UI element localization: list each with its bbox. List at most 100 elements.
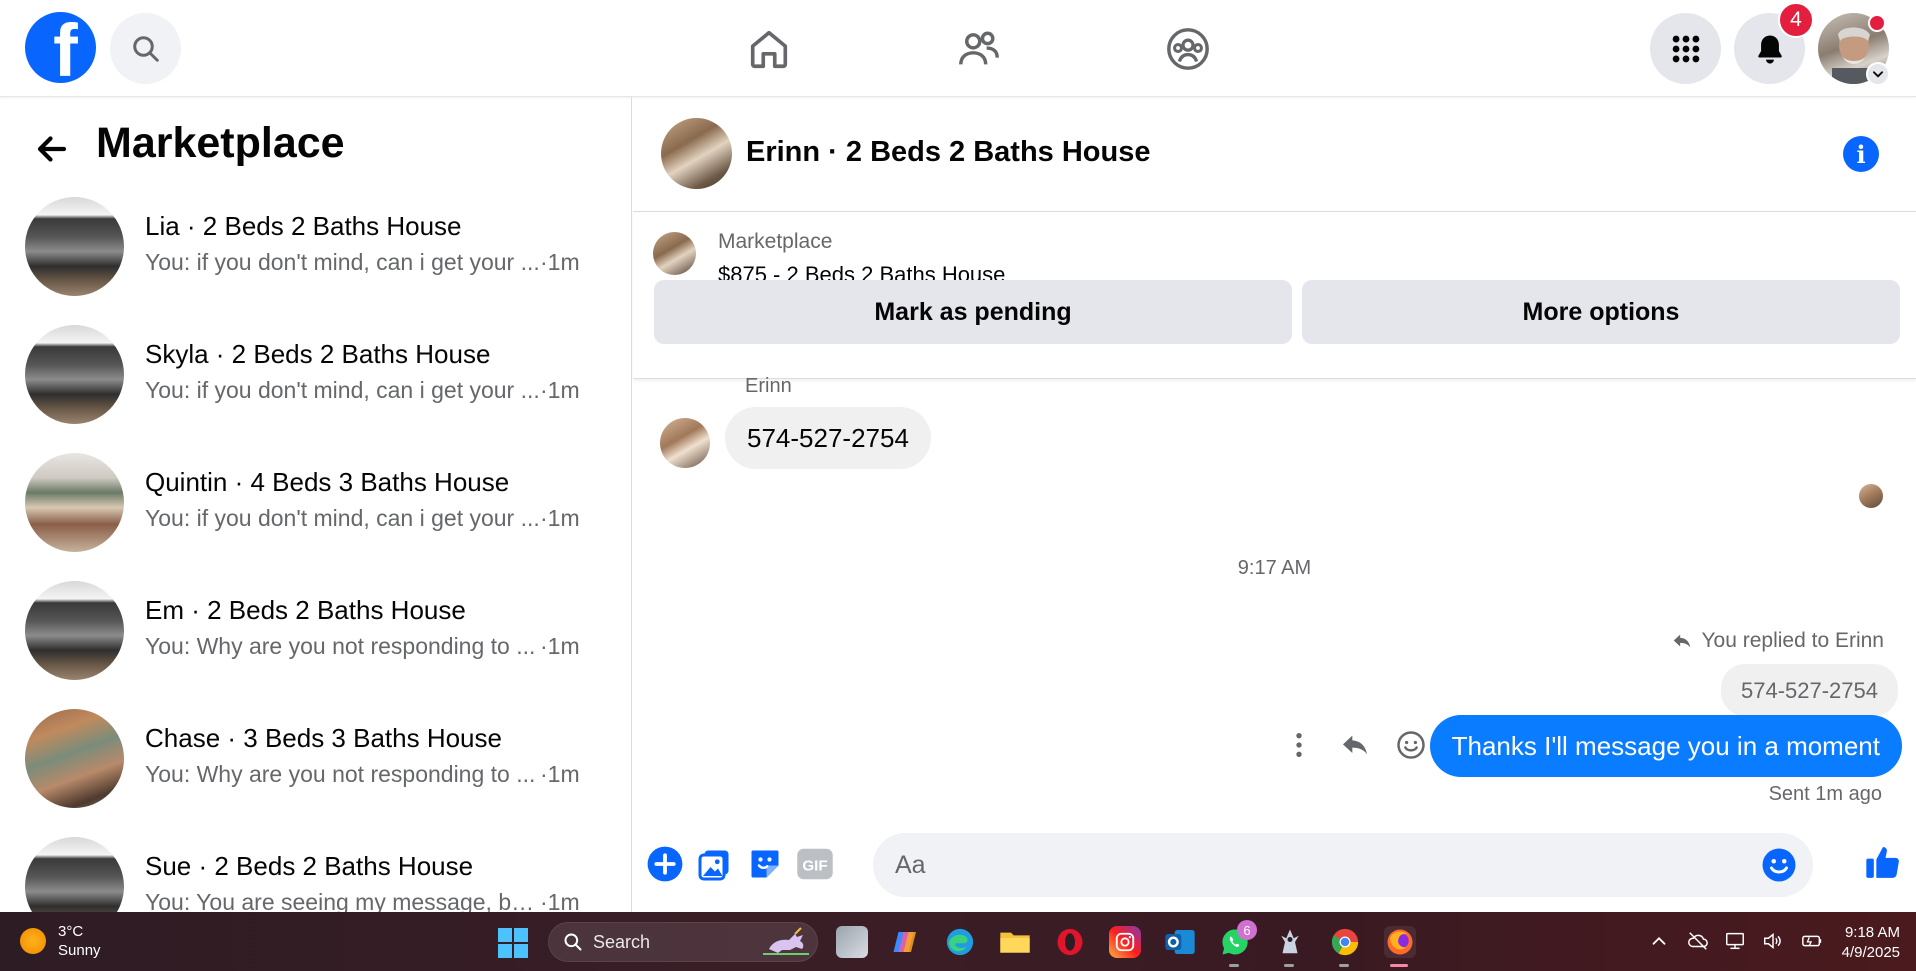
conversation-title: Sue · 2 Beds 2 Baths House xyxy=(145,851,474,881)
chevron-down-icon xyxy=(1872,71,1884,78)
sender-avatar[interactable] xyxy=(660,418,710,468)
svg-text:GIF: GIF xyxy=(802,857,827,874)
groups-nav-button[interactable] xyxy=(1161,22,1215,76)
facebook-logo[interactable]: f xyxy=(25,12,96,83)
opera-browser-icon[interactable] xyxy=(1054,926,1086,958)
arrow-left-icon xyxy=(37,136,67,162)
conversation-item[interactable]: Quintin · 4 Beds 3 Baths House You: if y… xyxy=(0,453,631,580)
onedrive-offline-icon[interactable] xyxy=(1686,930,1708,952)
conversation-item[interactable]: Sue · 2 Beds 2 Baths House You: You are … xyxy=(0,837,631,912)
firefox-browser-icon[interactable] xyxy=(1384,926,1416,958)
conversation-item[interactable]: Lia · 2 Beds 2 Baths House You: if you d… xyxy=(0,197,631,324)
friends-icon xyxy=(959,31,999,65)
game-app-icon[interactable] xyxy=(1274,926,1306,958)
preview-text: You: if you don't mind, can i get your .… xyxy=(145,505,540,531)
windows-taskbar: 3°C Sunny Search 6 9:18 AM 4/9/2025 xyxy=(0,912,1916,971)
reply-icon xyxy=(1674,634,1691,648)
listing-thumbnail[interactable] xyxy=(653,232,696,275)
chevron-up-icon[interactable] xyxy=(1648,930,1670,952)
home-nav-button[interactable] xyxy=(742,22,796,76)
volume-icon[interactable] xyxy=(1762,930,1784,952)
back-button[interactable] xyxy=(30,127,74,171)
more-actions-button[interactable] xyxy=(1283,720,1315,770)
conversation-time: ·1m xyxy=(540,761,580,787)
conversation-preview: You: Why are you not responding to ... xyxy=(145,633,585,660)
conversation-item[interactable]: Em · 2 Beds 2 Baths House You: Why are y… xyxy=(0,581,631,708)
conversation-item[interactable]: Chase · 3 Beds 3 Baths House You: Why ar… xyxy=(0,709,631,836)
sent-status: Sent 1m ago xyxy=(1768,783,1882,805)
sticker-icon xyxy=(751,850,779,878)
chat-title[interactable]: Erinn · 2 Beds 2 Baths House xyxy=(746,136,1151,169)
battery-icon[interactable] xyxy=(1800,930,1822,952)
reply-button[interactable] xyxy=(1339,720,1371,770)
file-explorer-icon[interactable] xyxy=(999,926,1031,958)
conversation-time: ·1m xyxy=(540,377,580,403)
clock-time: 9:18 AM xyxy=(1844,924,1900,941)
conversation-title: Lia · 2 Beds 2 Baths House xyxy=(145,211,462,241)
conversation-preview: You: if you don't mind, can i get your .… xyxy=(145,505,585,532)
quoted-message[interactable]: 574-527-2754 xyxy=(1720,664,1898,716)
listing-thumbnail xyxy=(25,837,124,912)
preview-text: You: if you don't mind, can i get your .… xyxy=(145,249,540,275)
conversation-preview: You: if you don't mind, can i get your .… xyxy=(145,377,585,404)
gif-button[interactable]: GIF xyxy=(795,844,835,884)
reply-icon xyxy=(1343,735,1367,755)
replied-label: You replied to Erinn xyxy=(1701,629,1884,652)
plus-circle-icon xyxy=(647,846,683,882)
search-button[interactable] xyxy=(110,13,181,84)
copilot-icon[interactable] xyxy=(890,926,922,958)
system-tray xyxy=(1648,930,1822,952)
message-actions xyxy=(1283,720,1427,770)
photo-gallery-icon xyxy=(698,850,729,881)
running-indicator xyxy=(1339,964,1349,967)
chat-panel: Erinn · 2 Beds 2 Baths House i Marketpla… xyxy=(633,97,1916,912)
react-button[interactable] xyxy=(1395,720,1427,770)
system-clock[interactable]: 9:18 AM 4/9/2025 xyxy=(1830,923,1900,963)
outgoing-message[interactable]: Thanks I'll message you in a moment xyxy=(1429,715,1902,777)
instagram-icon[interactable] xyxy=(1109,926,1141,958)
emoji-button[interactable] xyxy=(1761,847,1797,883)
menu-button[interactable] xyxy=(1650,13,1721,84)
mark-as-pending-button[interactable]: Mark as pending xyxy=(654,280,1292,344)
attach-photo-button[interactable] xyxy=(695,844,735,884)
conversation-title: Quintin · 4 Beds 3 Baths House xyxy=(145,467,510,497)
conversation-preview: You: You are seeing my message, but ... xyxy=(145,889,585,912)
taskbar-search-label: Search xyxy=(593,931,651,952)
groups-icon xyxy=(1167,28,1209,70)
add-attachment-button[interactable] xyxy=(645,844,685,884)
message-input[interactable] xyxy=(873,833,1733,897)
listing-thumbnail xyxy=(25,325,124,424)
chrome-browser-icon[interactable] xyxy=(1329,926,1361,958)
network-icon[interactable] xyxy=(1724,930,1746,952)
listing-label: Marketplace xyxy=(718,230,833,253)
taskbar-search[interactable]: Search xyxy=(548,922,818,962)
task-view-icon[interactable] xyxy=(836,926,868,958)
conversation-title: Skyla · 2 Beds 2 Baths House xyxy=(145,339,491,369)
friends-nav-button[interactable] xyxy=(952,22,1006,76)
info-button[interactable]: i xyxy=(1843,136,1879,172)
message-sender-name: Erinn xyxy=(745,375,792,397)
sun-icon xyxy=(20,928,46,954)
more-options-button[interactable]: More options xyxy=(1302,280,1900,344)
edge-browser-icon[interactable] xyxy=(944,926,976,958)
windows-start-icon[interactable] xyxy=(498,928,528,958)
bell-icon xyxy=(1757,35,1782,64)
home-icon xyxy=(750,30,788,69)
preview-text: You: Why are you not responding to ... xyxy=(145,633,536,659)
outlook-icon[interactable] xyxy=(1164,926,1196,958)
weather-widget[interactable]: 3°C Sunny xyxy=(20,922,101,960)
conversation-preview: You: if you don't mind, can i get your .… xyxy=(145,249,585,276)
running-indicator xyxy=(1284,964,1294,967)
message-input-container xyxy=(873,833,1813,897)
account-status-dot xyxy=(1868,14,1886,32)
conversation-item[interactable]: Skyla · 2 Beds 2 Baths House You: if you… xyxy=(0,325,631,452)
like-button[interactable] xyxy=(1861,840,1905,884)
incoming-message[interactable]: 574-527-2754 xyxy=(725,407,931,469)
sticker-button[interactable] xyxy=(745,844,785,884)
account-menu-chevron[interactable] xyxy=(1866,62,1890,86)
chat-avatar[interactable] xyxy=(661,118,732,189)
preview-text: You: You are seeing my message, but ... xyxy=(145,889,545,912)
preview-text: You: if you don't mind, can i get your .… xyxy=(145,377,540,403)
seen-indicator-avatar xyxy=(1859,484,1883,508)
replied-indicator: You replied to Erinn xyxy=(1671,629,1884,653)
